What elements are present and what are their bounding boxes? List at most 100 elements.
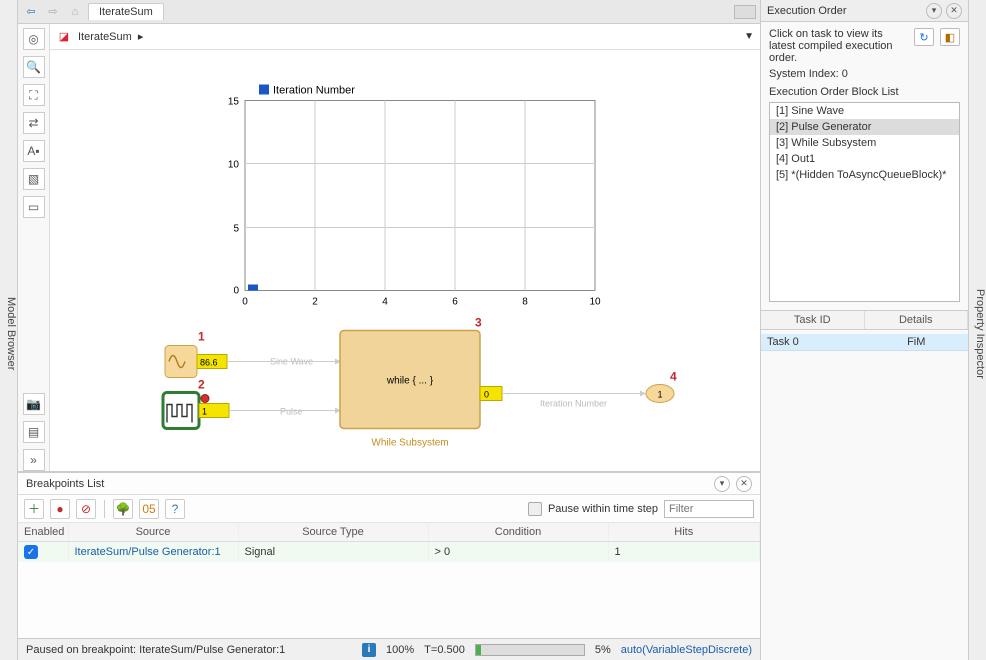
fit-icon[interactable]: ⛶ bbox=[23, 84, 45, 106]
chart-title: Iteration Number bbox=[273, 85, 355, 97]
status-zoom[interactable]: 100% bbox=[386, 644, 414, 656]
col-source[interactable]: Source bbox=[68, 523, 238, 542]
exec-sysindex: System Index: 0 bbox=[769, 68, 960, 80]
col-sourcetype[interactable]: Source Type bbox=[238, 523, 428, 542]
breadcrumb: ◪ IterateSum ▸ ▼ bbox=[50, 24, 760, 50]
while-out-value: 0 bbox=[484, 390, 489, 400]
nav-up-icon[interactable]: ⌂ bbox=[66, 3, 84, 21]
more-icon[interactable]: » bbox=[23, 449, 45, 471]
exec-title: Execution Order bbox=[767, 5, 846, 17]
props-icon[interactable]: ▤ bbox=[23, 421, 45, 443]
model-canvas[interactable]: 15 10 5 0 0 2 4 6 8 10 bbox=[50, 50, 760, 471]
exec-highlight-button[interactable]: ◧ bbox=[940, 28, 960, 46]
canvas-toolbar: ◎ 🔍 ⛶ ⇄ A▪ ▧ ▭ 📷 ▤ » bbox=[18, 24, 50, 471]
bp-disable-button[interactable]: ● bbox=[50, 499, 70, 519]
order-badge-2: 2 bbox=[198, 378, 205, 392]
exec-list-item[interactable]: [5] *(Hidden ToAsyncQueueBlock)* bbox=[770, 167, 959, 183]
bp-delete-button[interactable]: ⊘ bbox=[76, 499, 96, 519]
image-icon[interactable]: ▧ bbox=[23, 168, 45, 190]
bp-condition: > 0 bbox=[428, 542, 608, 563]
block-pulse-generator[interactable] bbox=[163, 393, 199, 429]
svg-text:0: 0 bbox=[233, 286, 239, 297]
panel-menu-icon[interactable]: ▾ bbox=[714, 476, 730, 492]
status-bar: Paused on breakpoint: IterateSum/Pulse G… bbox=[18, 638, 760, 660]
target-icon[interactable]: ◎ bbox=[23, 28, 45, 50]
info-icon[interactable]: i bbox=[362, 643, 376, 657]
pause-within-step-label: Pause within time step bbox=[548, 503, 658, 515]
nav-back-icon[interactable]: ⇦ bbox=[22, 3, 40, 21]
swap-icon[interactable]: ⇄ bbox=[23, 112, 45, 134]
exec-list-label: Execution Order Block List bbox=[769, 86, 960, 98]
snapshot-icon[interactable]: 📷 bbox=[23, 393, 45, 415]
block-icon[interactable]: ▭ bbox=[23, 196, 45, 218]
svg-text:10: 10 bbox=[228, 160, 240, 171]
execution-order-panel: Execution Order ▾ ✕ Click on task to vie… bbox=[760, 0, 968, 660]
signal-out-label: Iteration Number bbox=[540, 399, 607, 409]
exec-close-icon[interactable]: ✕ bbox=[946, 3, 962, 19]
bp-source-link[interactable]: IterateSum/Pulse Generator:1 bbox=[75, 546, 221, 558]
bp-enabled-checkbox[interactable]: ✓ bbox=[24, 545, 38, 559]
signal-pulse-label: Pulse bbox=[280, 407, 303, 417]
col-condition[interactable]: Condition bbox=[428, 523, 608, 542]
progress-bar bbox=[475, 644, 585, 656]
panel-close-icon[interactable]: ✕ bbox=[736, 476, 752, 492]
exec-list-item[interactable]: [1] Sine Wave bbox=[770, 103, 959, 119]
svg-text:5: 5 bbox=[233, 224, 239, 235]
breakpoints-panel: Breakpoints List ▾ ✕ ＋ ● ⊘ 🌳 05 ? Pause … bbox=[18, 471, 760, 638]
bp-hits: 1 bbox=[608, 542, 760, 563]
while-text: while { ... } bbox=[386, 376, 434, 387]
pulse-value: 1 bbox=[202, 407, 207, 417]
breakpoints-table: Enabled Source Source Type Condition Hit… bbox=[18, 523, 760, 562]
exec-block-list[interactable]: [1] Sine Wave[2] Pulse Generator[3] Whil… bbox=[769, 102, 960, 302]
sine-value: 86.6 bbox=[200, 358, 218, 368]
property-inspector-rail[interactable]: Property Inspector bbox=[968, 0, 986, 660]
block-sine-wave[interactable] bbox=[165, 346, 197, 378]
tab-iteratesum[interactable]: IterateSum bbox=[88, 3, 164, 20]
bp-sourcetype: Signal bbox=[238, 542, 428, 563]
task-details: FiM bbox=[865, 334, 969, 350]
svg-text:8: 8 bbox=[522, 297, 528, 308]
status-progress-pct: 5% bbox=[595, 644, 611, 656]
bp-tree-button[interactable]: 🌳 bbox=[113, 499, 133, 519]
model-icon[interactable]: ◪ bbox=[56, 29, 72, 45]
order-badge-1: 1 bbox=[198, 330, 205, 344]
col-enabled[interactable]: Enabled bbox=[18, 523, 68, 542]
ytick: 15 bbox=[228, 97, 240, 108]
pause-within-step-checkbox[interactable] bbox=[528, 502, 542, 516]
task-row[interactable]: Task 0 FiM bbox=[761, 334, 968, 351]
status-solver-link[interactable]: auto(VariableStepDiscrete) bbox=[621, 644, 752, 656]
exec-refresh-button[interactable]: ↻ bbox=[914, 28, 934, 46]
bp-code-button[interactable]: 05 bbox=[139, 499, 159, 519]
order-badge-4: 4 bbox=[670, 370, 677, 384]
task-col-id: Task ID bbox=[761, 311, 865, 329]
exec-list-item[interactable]: [3] While Subsystem bbox=[770, 135, 959, 151]
nav-fwd-icon[interactable]: ⇨ bbox=[44, 3, 62, 21]
while-caption: While Subsystem bbox=[371, 438, 448, 449]
breadcrumb-arrow-icon: ▸ bbox=[138, 30, 144, 43]
svg-text:2: 2 bbox=[312, 297, 318, 308]
tab-strip: ⇦ ⇨ ⌂ IterateSum bbox=[18, 0, 760, 24]
task-col-details: Details bbox=[865, 311, 969, 329]
exec-menu-icon[interactable]: ▾ bbox=[926, 3, 942, 19]
svg-text:10: 10 bbox=[589, 297, 601, 308]
svg-text:4: 4 bbox=[382, 297, 388, 308]
table-row[interactable]: ✓ IterateSum/Pulse Generator:1 Signal > … bbox=[18, 542, 760, 563]
svg-text:6: 6 bbox=[452, 297, 458, 308]
bp-filter-input[interactable] bbox=[664, 500, 754, 518]
breadcrumb-dropdown-icon[interactable]: ▼ bbox=[744, 31, 754, 42]
model-browser-rail[interactable]: Model Browser bbox=[0, 0, 18, 660]
breadcrumb-root[interactable]: IterateSum bbox=[78, 31, 132, 43]
outport-num: 1 bbox=[657, 390, 662, 400]
exec-list-item[interactable]: [2] Pulse Generator bbox=[770, 119, 959, 135]
task-id: Task 0 bbox=[761, 334, 865, 350]
annot-icon[interactable]: A▪ bbox=[23, 140, 45, 162]
bp-help-button[interactable]: ? bbox=[165, 499, 185, 519]
zoom-icon[interactable]: 🔍 bbox=[23, 56, 45, 78]
svg-text:0: 0 bbox=[242, 297, 248, 308]
tab-overflow-icon[interactable] bbox=[734, 5, 756, 19]
status-time: T=0.500 bbox=[424, 644, 465, 656]
exec-list-item[interactable]: [4] Out1 bbox=[770, 151, 959, 167]
breakpoints-title: Breakpoints List bbox=[26, 478, 104, 490]
bp-add-button[interactable]: ＋ bbox=[24, 499, 44, 519]
col-hits[interactable]: Hits bbox=[608, 523, 760, 542]
